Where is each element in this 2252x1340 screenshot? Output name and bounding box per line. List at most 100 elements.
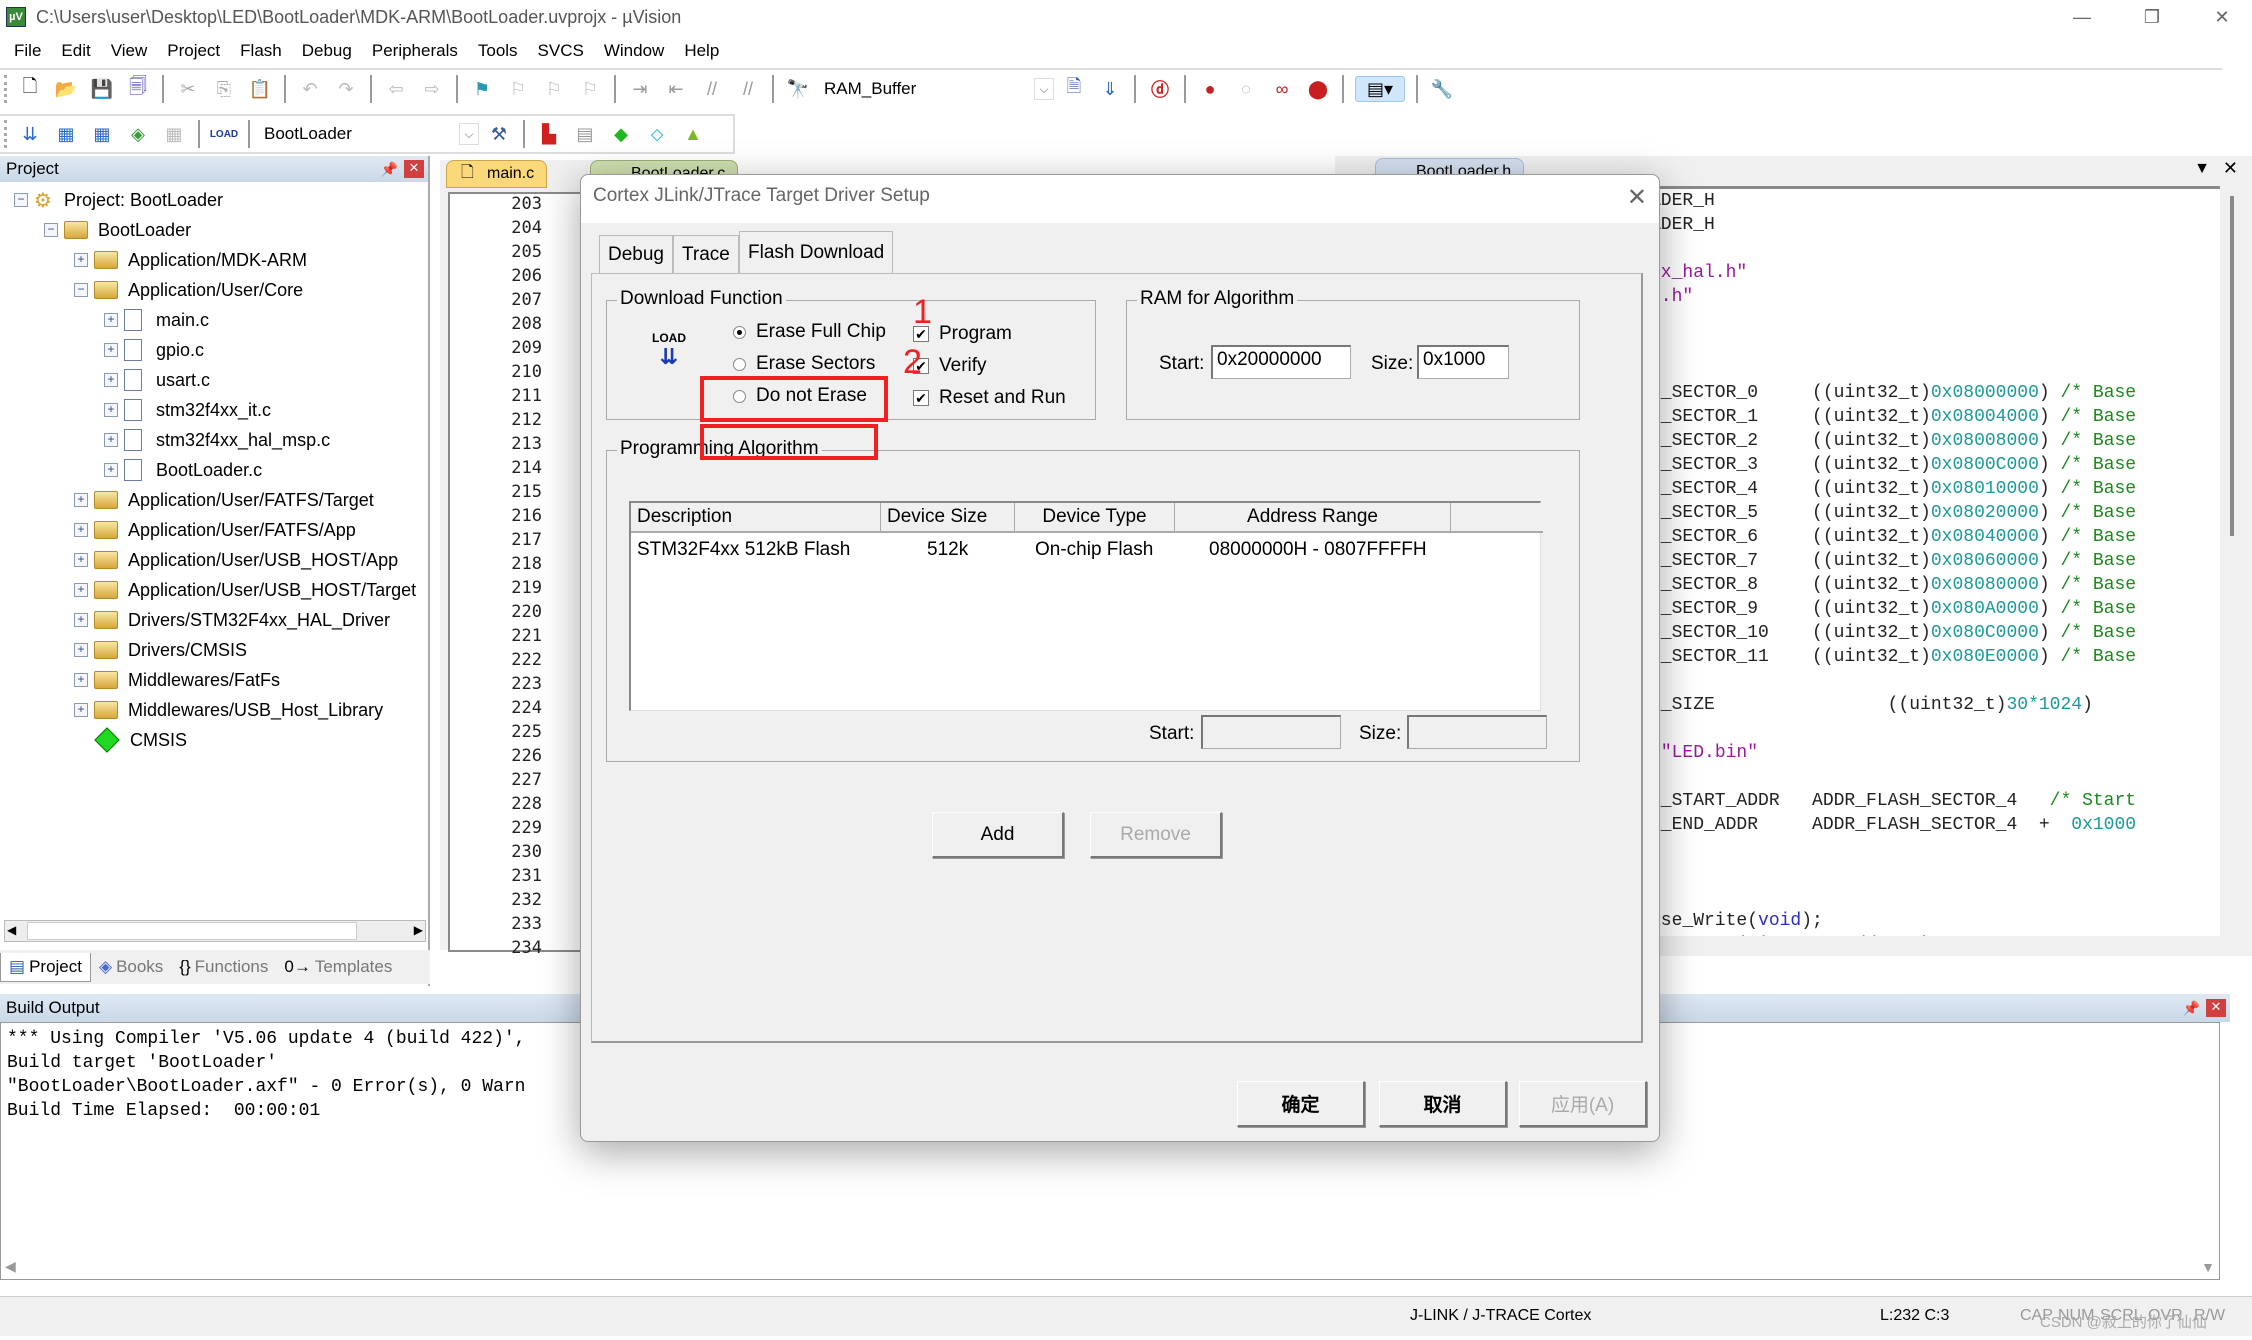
radio-button[interactable] [733,325,746,339]
scroll-left-icon[interactable]: ◀ [7,923,16,937]
save-icon[interactable]: 💾 [89,76,115,102]
close-panel-icon[interactable]: ✕ [2206,999,2226,1017]
col-description[interactable]: Description [631,503,881,533]
tab-books[interactable]: ◈ Books [91,953,171,981]
target-combo[interactable]: BootLoader ⌵ [256,120,481,148]
software-packs-icon[interactable]: ▲ [680,121,706,147]
expand-icon[interactable]: + [74,583,88,597]
ram-size-input[interactable]: 0x1000 [1417,345,1509,379]
tree-item[interactable]: + Application/MDK-ARM [74,246,307,274]
tab-trace[interactable]: Trace [673,235,739,273]
menu-file[interactable]: File [14,41,41,61]
algorithm-list[interactable]: Description Device Size Device Type Addr… [629,501,1543,711]
build-icon[interactable]: ▦ [53,121,79,147]
tab-functions[interactable]: {} Functions [171,953,276,981]
menu-view[interactable]: View [111,41,148,61]
chevron-down-icon[interactable]: ⌵ [459,123,479,145]
tree-item[interactable]: CMSIS [74,726,187,754]
algo-start-input[interactable] [1201,715,1341,749]
nav-back-icon[interactable]: ⇦ [383,76,409,102]
col-device-type[interactable]: Device Type [1015,503,1175,533]
menu-help[interactable]: Help [684,41,719,61]
menu-project[interactable]: Project [167,41,220,61]
breakpoint-kill-all-icon[interactable]: ⬤ [1305,76,1331,102]
download-load-icon[interactable]: LOAD [210,121,238,147]
tree-item[interactable]: + Drivers/CMSIS [74,636,247,664]
menu-svcs[interactable]: SVCS [538,41,584,61]
manage-run-time-env-icon[interactable]: ◆ [608,121,634,147]
tab-main-c[interactable]: 🗋 main.c [446,160,548,188]
project-hscrollbar[interactable]: ◀ ▶ [4,920,426,942]
toolbar-grip[interactable] [4,120,8,148]
expand-icon[interactable]: + [104,313,118,327]
apply-button[interactable]: 应用(A) [1519,1081,1647,1127]
tree-item[interactable]: + stm32f4xx_hal_msp.c [104,426,330,454]
next-bookmark-icon[interactable]: ⚐ [541,76,567,102]
new-file-icon[interactable]: 🗋 [17,76,43,102]
tree-item[interactable]: − Application/User/Core [74,276,303,304]
add-button[interactable]: Add [932,812,1064,858]
incremental-find-icon[interactable]: 🗎 [1061,76,1087,102]
nav-forward-icon[interactable]: ⇨ [419,76,445,102]
chevron-down-icon[interactable]: ⌵ [1034,78,1054,100]
expand-icon[interactable]: + [104,403,118,417]
ram-start-input[interactable]: 0x20000000 [1211,345,1351,379]
collapse-icon[interactable]: − [44,223,58,237]
debug-session-icon[interactable]: ⓓ [1147,76,1173,102]
configure-icon[interactable]: 🔧 [1429,76,1455,102]
expand-icon[interactable]: + [74,553,88,567]
open-folder-icon[interactable]: 📂 [53,76,79,102]
radio-button[interactable] [733,357,746,371]
close-window-button[interactable]: ✕ [2192,0,2252,34]
tree-item[interactable]: + Middlewares/FatFs [74,666,280,694]
pin-icon[interactable]: 📌 [2183,1000,2200,1017]
expand-icon[interactable]: + [74,523,88,537]
batch-build-icon[interactable]: ◈ [125,121,151,147]
cancel-button[interactable]: 取消 [1379,1081,1507,1127]
prev-bookmark-icon[interactable]: ⚐ [505,76,531,102]
tab-templates[interactable]: 0→ Templates [276,953,400,981]
col-device-size[interactable]: Device Size [881,503,1015,533]
expand-icon[interactable]: + [104,343,118,357]
dialog-close-button[interactable]: ✕ [1627,183,1647,212]
select-packs-icon[interactable]: ▤ [572,121,598,147]
expand-icon[interactable]: + [74,613,88,627]
expand-icon[interactable]: + [74,493,88,507]
tree-item[interactable]: + BootLoader.c [104,456,262,484]
clear-bookmarks-icon[interactable]: ⚐ [577,76,603,102]
manage-project-items-icon[interactable]: ▙ [536,121,562,147]
radio-erase-full-chip[interactable]: Erase Full Chip [733,321,886,343]
tab-project[interactable]: ▤ Project [0,952,91,982]
paste-icon[interactable]: 📋 [247,76,273,102]
tree-item[interactable]: + stm32f4xx_it.c [104,396,271,424]
expand-icon[interactable]: + [104,433,118,447]
checkbox-verify[interactable]: ✔ Verify [913,355,987,377]
copy-icon[interactable]: ⎘ [211,76,237,102]
radio-erase-sectors[interactable]: Erase Sectors [733,353,875,375]
rebuild-icon[interactable]: ▦ [89,121,115,147]
tree-item[interactable]: − BootLoader [44,216,191,244]
scroll-down-icon[interactable]: ▼ [2201,1259,2215,1275]
tree-item[interactable]: + Application/User/FATFS/Target [74,486,374,514]
tree-item[interactable]: + Drivers/STM32F4xx_HAL_Driver [74,606,390,634]
find-in-files-icon[interactable]: 🔭 [785,76,811,102]
unindent-icon[interactable]: ⇤ [663,76,689,102]
breakpoint-insert-icon[interactable]: ● [1197,76,1223,102]
expand-icon[interactable]: + [74,673,88,687]
undo-icon[interactable]: ↶ [297,76,323,102]
tree-item[interactable]: + main.c [104,306,209,334]
editor-vscrollbar[interactable] [2230,196,2234,536]
expand-icon[interactable]: + [74,703,88,717]
menu-debug[interactable]: Debug [302,41,352,61]
algo-size-input[interactable] [1407,715,1547,749]
code-view[interactable]: ADER_HADER_Hxx_hal.h"t.h"""H_SECTOR_0 ((… [1650,186,2220,936]
collapse-icon[interactable]: − [74,283,88,297]
browse-icon[interactable]: ⇓ [1097,76,1123,102]
checkmark-icon[interactable]: ✔ [913,390,929,406]
toolbar-grip[interactable] [4,75,8,103]
col-address-range[interactable]: Address Range [1175,503,1451,533]
indent-icon[interactable]: ⇥ [627,76,653,102]
scroll-right-icon[interactable]: ▶ [414,923,423,937]
remove-button[interactable]: Remove [1090,812,1222,858]
redo-icon[interactable]: ↷ [333,76,359,102]
